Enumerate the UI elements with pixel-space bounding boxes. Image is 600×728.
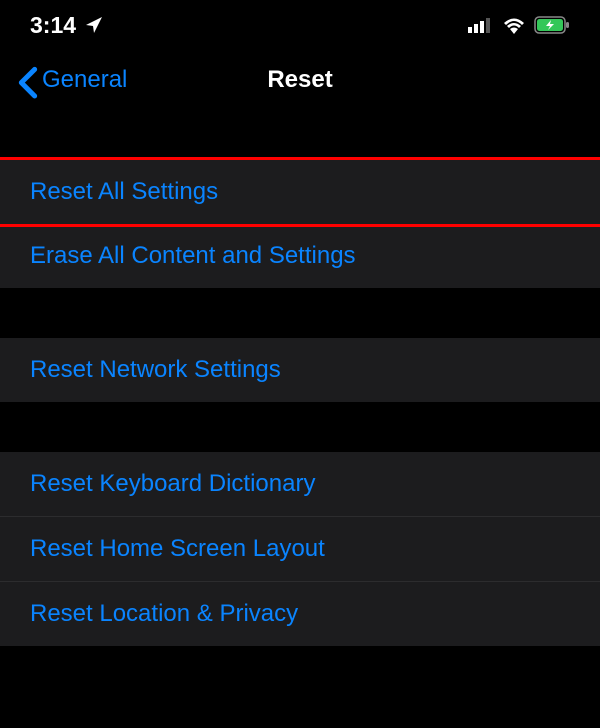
reset-network-settings-item[interactable]: Reset Network Settings (0, 338, 600, 402)
back-label: General (42, 66, 127, 94)
section-spacer (0, 402, 600, 452)
reset-group-1: Reset All Settings Erase All Content and… (0, 157, 600, 288)
list-item-label: Reset All Settings (30, 178, 218, 205)
list-item-label: Reset Network Settings (30, 356, 281, 383)
list-item-label: Reset Location & Privacy (30, 600, 298, 627)
navigation-bar: General Reset (0, 50, 600, 110)
back-button[interactable]: General (18, 66, 127, 94)
list-item-label: Reset Keyboard Dictionary (30, 470, 315, 497)
section-spacer (0, 110, 600, 160)
reset-all-settings-item[interactable]: Reset All Settings (0, 157, 600, 227)
status-bar-left: 3:14 (30, 12, 104, 39)
reset-location-privacy-item[interactable]: Reset Location & Privacy (0, 582, 600, 646)
wifi-icon (502, 16, 526, 34)
status-bar: 3:14 (0, 0, 600, 50)
chevron-left-icon (18, 66, 38, 94)
cellular-signal-icon (468, 17, 494, 33)
erase-all-content-item[interactable]: Erase All Content and Settings (0, 224, 600, 288)
reset-home-screen-layout-item[interactable]: Reset Home Screen Layout (0, 517, 600, 582)
page-title: Reset (267, 66, 332, 94)
reset-keyboard-dictionary-item[interactable]: Reset Keyboard Dictionary (0, 452, 600, 517)
reset-group-3: Reset Keyboard Dictionary Reset Home Scr… (0, 452, 600, 646)
list-item-label: Erase All Content and Settings (30, 242, 356, 269)
section-spacer (0, 288, 600, 338)
status-bar-right (468, 16, 570, 34)
location-arrow-icon (84, 15, 104, 35)
list-item-label: Reset Home Screen Layout (30, 535, 325, 562)
reset-group-2: Reset Network Settings (0, 338, 600, 402)
status-time: 3:14 (30, 12, 76, 39)
battery-charging-icon (534, 16, 570, 34)
